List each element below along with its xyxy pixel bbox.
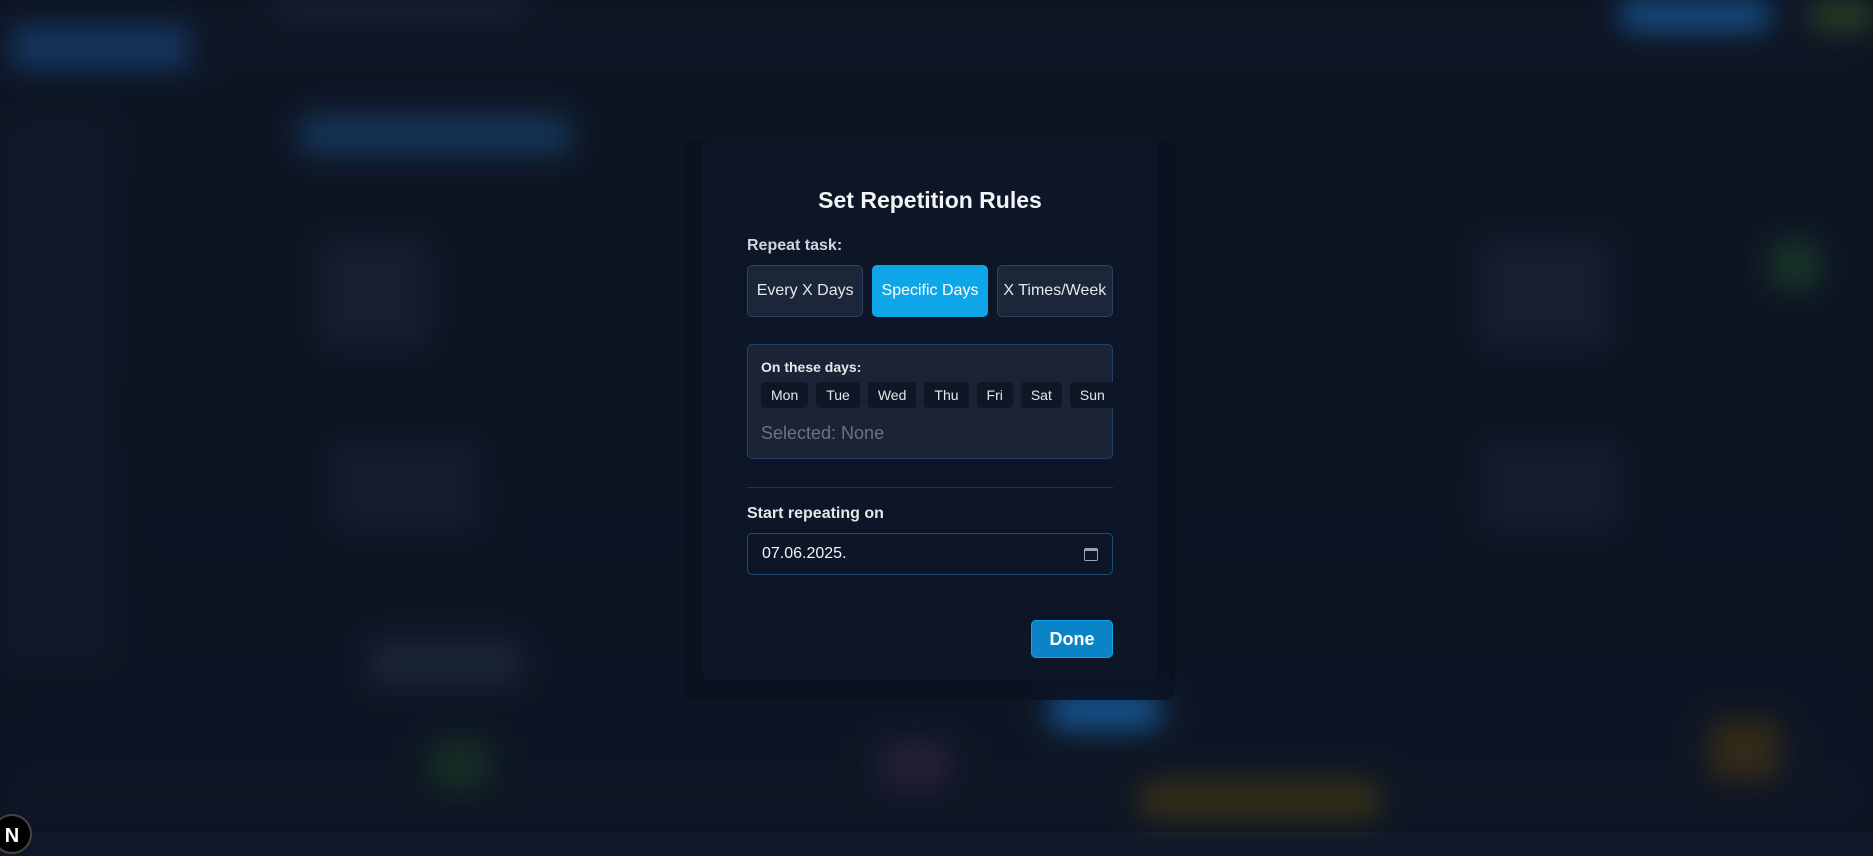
every-x-days-button[interactable]: Every X Days [747, 265, 864, 317]
modal-title: Set Repetition Rules [818, 187, 1042, 213]
start-date-value: 07.06.2025. [762, 545, 847, 562]
day-chip-mon[interactable]: Mon [761, 382, 809, 408]
start-repeating-label: Start repeating on [747, 505, 884, 522]
start-date-input[interactable]: 07.06.2025. [747, 533, 1113, 575]
done-button[interactable]: Done [1031, 620, 1113, 658]
specific-days-button[interactable]: Specific Days [872, 265, 988, 317]
x-times-week-button[interactable]: X Times/Week [996, 265, 1113, 317]
day-chip-tue[interactable]: Tue [816, 382, 860, 408]
day-chip-sun[interactable]: Sun [1069, 382, 1115, 408]
repetition-modal: Set Repetition Rules Repeat task: Every … [702, 140, 1158, 681]
repeat-task-label: Repeat task: [747, 237, 843, 254]
footer-row: Done [747, 620, 1113, 658]
repeat-mode-group: Every X Days Specific Days X Times/Week [747, 265, 1113, 317]
days-panel: On these days: Mon Tue Wed Thu Fri Sat S… [747, 344, 1115, 459]
days-label: On these days: [761, 359, 862, 375]
app-avatar[interactable]: N [0, 814, 32, 854]
day-chip-fri[interactable]: Fri [976, 382, 1013, 408]
day-chip-sat[interactable]: Sat [1020, 382, 1062, 408]
calendar-icon[interactable] [1084, 547, 1098, 561]
divider [747, 487, 1113, 488]
selected-days-text: Selected: None [761, 423, 885, 443]
day-chip-thu[interactable]: Thu [924, 382, 969, 408]
day-chip-wed[interactable]: Wed [867, 382, 917, 408]
day-chip-row: Mon Tue Wed Thu Fri Sat Sun [761, 382, 1115, 408]
